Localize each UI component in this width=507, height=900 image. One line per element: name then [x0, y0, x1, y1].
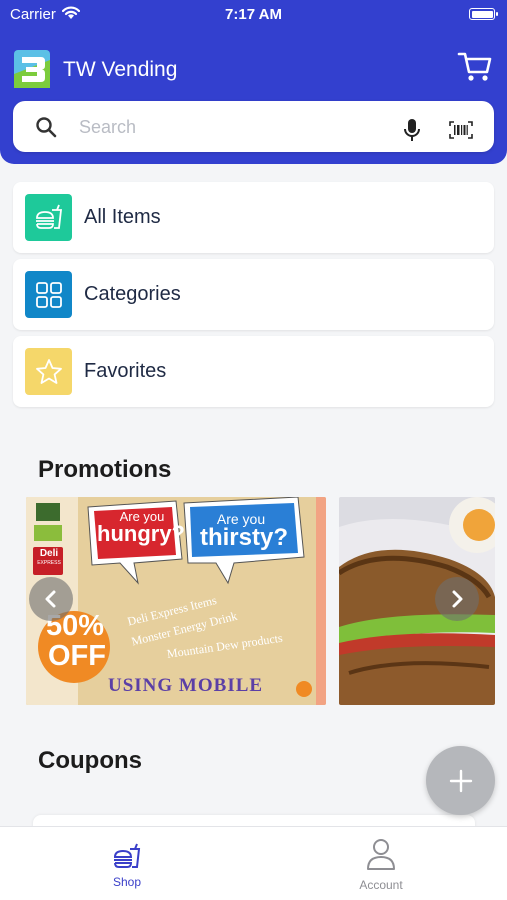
- tab-bar: Shop Account: [0, 826, 507, 900]
- favorites-button[interactable]: Favorites: [13, 336, 494, 407]
- grid-icon: [25, 271, 72, 318]
- search-input[interactable]: [79, 109, 379, 145]
- search-icon: [36, 117, 57, 138]
- status-bar: Carrier 7:17 AM: [0, 0, 507, 28]
- star-icon: [25, 348, 72, 395]
- carousel-next-button[interactable]: [435, 577, 479, 621]
- cart-icon[interactable]: [457, 50, 493, 84]
- promo-brand: Deli: [39, 548, 59, 559]
- chevron-left-icon: [45, 590, 56, 608]
- plus-icon: [449, 769, 472, 792]
- microphone-icon[interactable]: [403, 118, 421, 142]
- menu-label-categories: Categories: [84, 283, 181, 305]
- barcode-scan-icon[interactable]: [449, 121, 473, 139]
- account-icon: [367, 839, 395, 870]
- promo-banner-1[interactable]: Are you hungry? Are you thirsty? Deli EX…: [26, 497, 326, 705]
- add-button[interactable]: [426, 746, 495, 815]
- status-time: 7:17 AM: [225, 6, 282, 23]
- promo-banner-2[interactable]: [339, 497, 495, 705]
- coupons-title: Coupons: [38, 747, 142, 774]
- tab-account[interactable]: Account: [311, 827, 451, 900]
- promo-footer: USING MOBILE: [108, 675, 264, 696]
- shop-icon: [113, 843, 141, 868]
- tab-shop[interactable]: Shop: [57, 827, 197, 900]
- tab-account-label: Account: [359, 878, 403, 892]
- tab-shop-label: Shop: [112, 875, 142, 889]
- promotions-title: Promotions: [38, 456, 172, 483]
- tw-logo-icon[interactable]: [14, 50, 50, 88]
- promo-brand-sub: EXPRESS: [37, 560, 61, 566]
- promo-bubble-hungry-line2: hungry?: [97, 521, 185, 546]
- app-header: Carrier 7:17 AM TW Vending: [0, 0, 507, 164]
- chevron-right-icon: [452, 590, 463, 608]
- battery-icon: [469, 8, 498, 20]
- all-items-button[interactable]: All Items: [13, 182, 494, 253]
- food-drink-icon: [25, 194, 72, 241]
- categories-button[interactable]: Categories: [13, 259, 494, 330]
- menu-label-all-items: All Items: [84, 206, 161, 228]
- promo-bubble-thirsty-line2: thirsty?: [199, 524, 288, 551]
- search-bar[interactable]: [13, 101, 494, 152]
- menu-label-favorites: Favorites: [84, 360, 167, 382]
- carousel-prev-button[interactable]: [29, 577, 73, 621]
- app-title: TW Vending: [63, 58, 178, 81]
- promo-discount-line2: OFF: [48, 640, 106, 672]
